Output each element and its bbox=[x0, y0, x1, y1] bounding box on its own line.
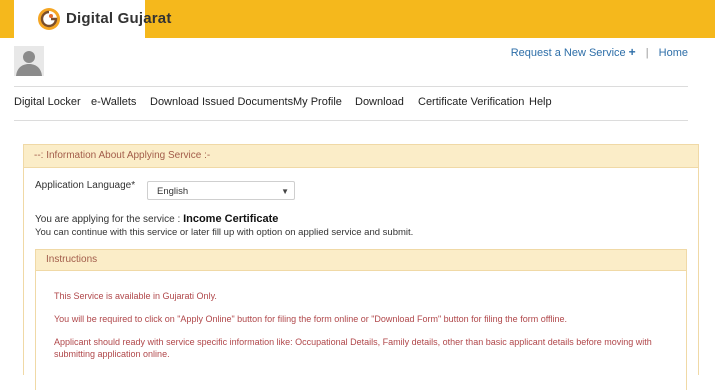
service-info-panel: --: Information About Applying Service :… bbox=[23, 144, 699, 390]
divider bbox=[14, 120, 688, 121]
nav-certificate-verification[interactable]: Certificate Verification bbox=[418, 96, 524, 108]
nav-help[interactable]: Help bbox=[529, 96, 552, 108]
top-links: Request a New Service + | Home bbox=[511, 45, 688, 59]
language-select-value: English bbox=[157, 186, 189, 197]
instruction-item: You will be required to click on "Apply … bbox=[54, 314, 568, 324]
avatar[interactable] bbox=[14, 46, 44, 76]
service-name: Income Certificate bbox=[183, 213, 279, 225]
caret-down-icon: ▼ bbox=[281, 187, 289, 196]
instructions-title: Instructions bbox=[36, 250, 686, 271]
nav-digital-locker[interactable]: Digital Locker bbox=[14, 96, 81, 108]
digital-gujarat-logo-icon bbox=[38, 8, 60, 30]
nav-my-profile[interactable]: My Profile bbox=[293, 96, 342, 108]
divider bbox=[14, 86, 688, 87]
user-silhouette-icon bbox=[16, 51, 42, 76]
brand-logo[interactable]: Digital Gujarat bbox=[14, 0, 171, 38]
plus-icon: + bbox=[628, 45, 636, 59]
instruction-item: Applicant should ready with service spec… bbox=[54, 337, 652, 359]
top-header-bar: Digital Gujarat bbox=[0, 0, 715, 38]
instruction-item: This Service is available in Gujarati On… bbox=[54, 291, 217, 301]
nav-download[interactable]: Download bbox=[355, 96, 404, 108]
request-new-service-link[interactable]: Request a New Service + bbox=[511, 45, 636, 59]
home-link[interactable]: Home bbox=[659, 47, 688, 59]
instructions-panel: Instructions This Service is available i… bbox=[35, 249, 687, 390]
brand-name: Digital Gujarat bbox=[66, 10, 172, 27]
service-note: You can continue with this service or la… bbox=[35, 227, 414, 238]
service-prefix: You are applying for the service : bbox=[35, 214, 181, 225]
nav-download-issued-documents[interactable]: Download Issued Documents bbox=[150, 96, 293, 108]
nav-e-wallets[interactable]: e-Wallets bbox=[91, 96, 136, 108]
panel-title: --: Information About Applying Service :… bbox=[24, 145, 698, 168]
link-separator: | bbox=[645, 47, 649, 59]
language-select[interactable]: English ▼ bbox=[147, 181, 295, 200]
service-line: You are applying for the service : Incom… bbox=[35, 213, 278, 225]
language-label: Application Language* bbox=[35, 180, 136, 191]
